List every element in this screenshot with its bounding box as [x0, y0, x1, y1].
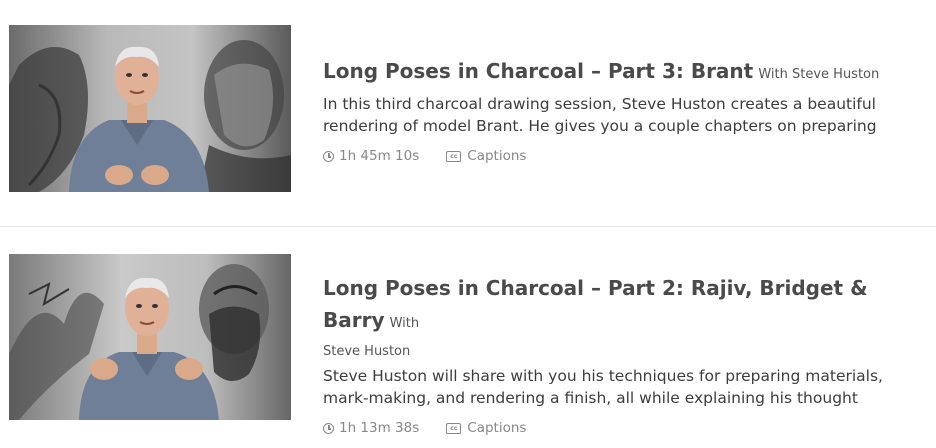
course-meta: 1h 13m 38s cc Captions [323, 420, 923, 436]
duration-value: 1h 13m 38s [339, 420, 420, 436]
course-description: Steve Huston will share with you his tec… [323, 367, 883, 407]
with-label: With [758, 67, 788, 82]
duration-value: 1h 45m 10s [339, 148, 420, 164]
course-title-link[interactable]: Long Poses in Charcoal – Part 3: Brant [323, 59, 753, 83]
with-label: With [389, 316, 420, 331]
course-info: Long Poses in Charcoal – Part 3: Brant W… [323, 56, 923, 164]
course-thumbnail[interactable] [9, 25, 291, 192]
course-info: Long Poses in Charcoal – Part 2: Rajiv, … [323, 273, 923, 436]
clock-icon [323, 150, 334, 162]
closed-captions-icon: cc [446, 422, 462, 434]
captions-label: Captions [467, 148, 527, 164]
clock-icon [323, 422, 334, 434]
course-thumbnail[interactable] [9, 254, 291, 420]
duration: 1h 45m 10s [323, 148, 419, 164]
course-title-line: Long Poses in Charcoal – Part 2: Rajiv, … [323, 273, 923, 339]
author-name[interactable]: Steve Huston [792, 67, 879, 82]
closed-captions-icon: cc [446, 150, 462, 162]
captions-label: Captions [467, 420, 527, 436]
thumbnail-image [9, 25, 291, 192]
course-card: Long Poses in Charcoal – Part 2: Rajiv, … [0, 227, 936, 448]
course-meta: 1h 45m 10s cc Captions [323, 148, 923, 164]
course-card: Long Poses in Charcoal – Part 3: Brant W… [0, 0, 936, 226]
captions-indicator[interactable]: cc Captions [446, 148, 526, 164]
thumbnail-image [9, 254, 291, 420]
captions-indicator[interactable]: cc Captions [446, 420, 526, 436]
author-credit: With Steve Huston [758, 67, 879, 82]
course-title-line: Long Poses in Charcoal – Part 3: Brant W… [323, 56, 923, 90]
course-description: In this third charcoal drawing session, … [323, 95, 877, 135]
duration: 1h 13m 38s [323, 420, 419, 436]
author-name[interactable]: Steve Huston [323, 341, 923, 363]
